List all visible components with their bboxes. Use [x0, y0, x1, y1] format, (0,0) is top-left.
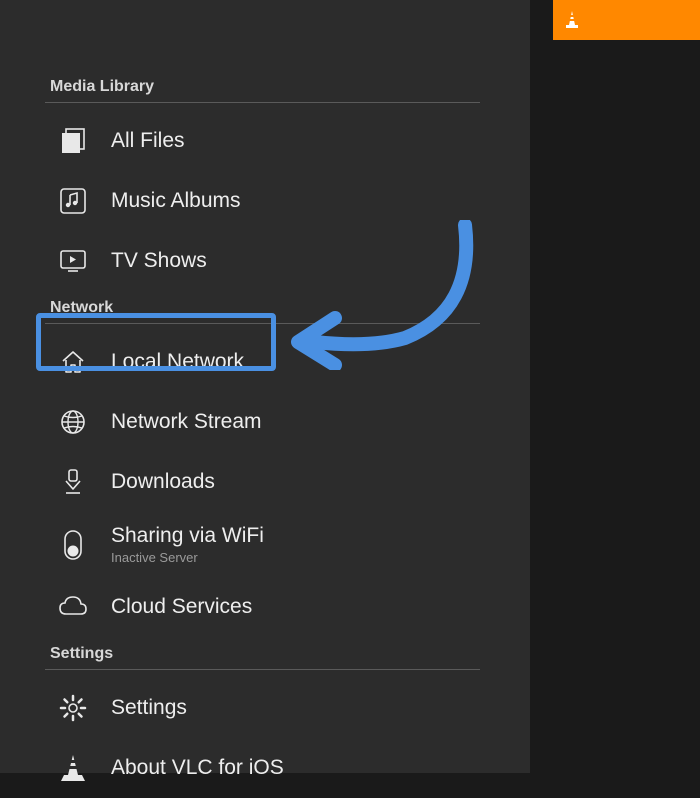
files-icon [55, 123, 91, 159]
sidebar-item-label: Cloud Services [111, 595, 252, 619]
sidebar-item-cloud-services[interactable]: Cloud Services [0, 577, 530, 637]
section-header-media: Media Library [0, 70, 480, 102]
music-icon [55, 183, 91, 219]
sidebar-item-label: Sharing via WiFi [111, 524, 264, 548]
download-icon [55, 464, 91, 500]
sidebar-item-sharing-wifi[interactable]: Sharing via WiFi Inactive Server [0, 512, 530, 577]
sidebar-item-about[interactable]: About VLC for iOS [0, 738, 530, 798]
sidebar: Media Library All Files Music Albums [0, 0, 530, 773]
divider [45, 323, 480, 324]
vlc-cone-icon [55, 750, 91, 786]
sidebar-item-network-stream[interactable]: Network Stream [0, 392, 530, 452]
sidebar-item-label: Network Stream [111, 410, 262, 434]
sidebar-item-label: Music Albums [111, 189, 241, 213]
right-panel [553, 40, 700, 773]
sidebar-item-settings[interactable]: Settings [0, 678, 530, 738]
top-bar [553, 0, 700, 40]
sidebar-item-all-files[interactable]: All Files [0, 111, 530, 171]
home-icon [55, 344, 91, 380]
sidebar-item-label: About VLC for iOS [111, 756, 284, 780]
tv-icon [55, 243, 91, 279]
divider [45, 102, 480, 103]
sidebar-item-label: TV Shows [111, 249, 207, 273]
globe-icon [55, 404, 91, 440]
sidebar-item-downloads[interactable]: Downloads [0, 452, 530, 512]
sidebar-item-label: Settings [111, 696, 187, 720]
sidebar-item-label: Local Network [111, 350, 244, 374]
sidebar-item-label: Downloads [111, 470, 215, 494]
section-header-network: Network [0, 291, 480, 323]
sidebar-item-local-network[interactable]: Local Network [0, 332, 530, 392]
cloud-icon [55, 589, 91, 625]
sidebar-item-sublabel: Inactive Server [111, 550, 264, 565]
sidebar-item-label: All Files [111, 129, 185, 153]
gear-icon [55, 690, 91, 726]
toggle-icon [55, 527, 91, 563]
vlc-cone-icon [563, 10, 581, 30]
divider [45, 669, 480, 670]
separator-strip [530, 0, 553, 773]
sidebar-item-music-albums[interactable]: Music Albums [0, 171, 530, 231]
section-header-settings: Settings [0, 637, 480, 669]
sidebar-item-tv-shows[interactable]: TV Shows [0, 231, 530, 291]
